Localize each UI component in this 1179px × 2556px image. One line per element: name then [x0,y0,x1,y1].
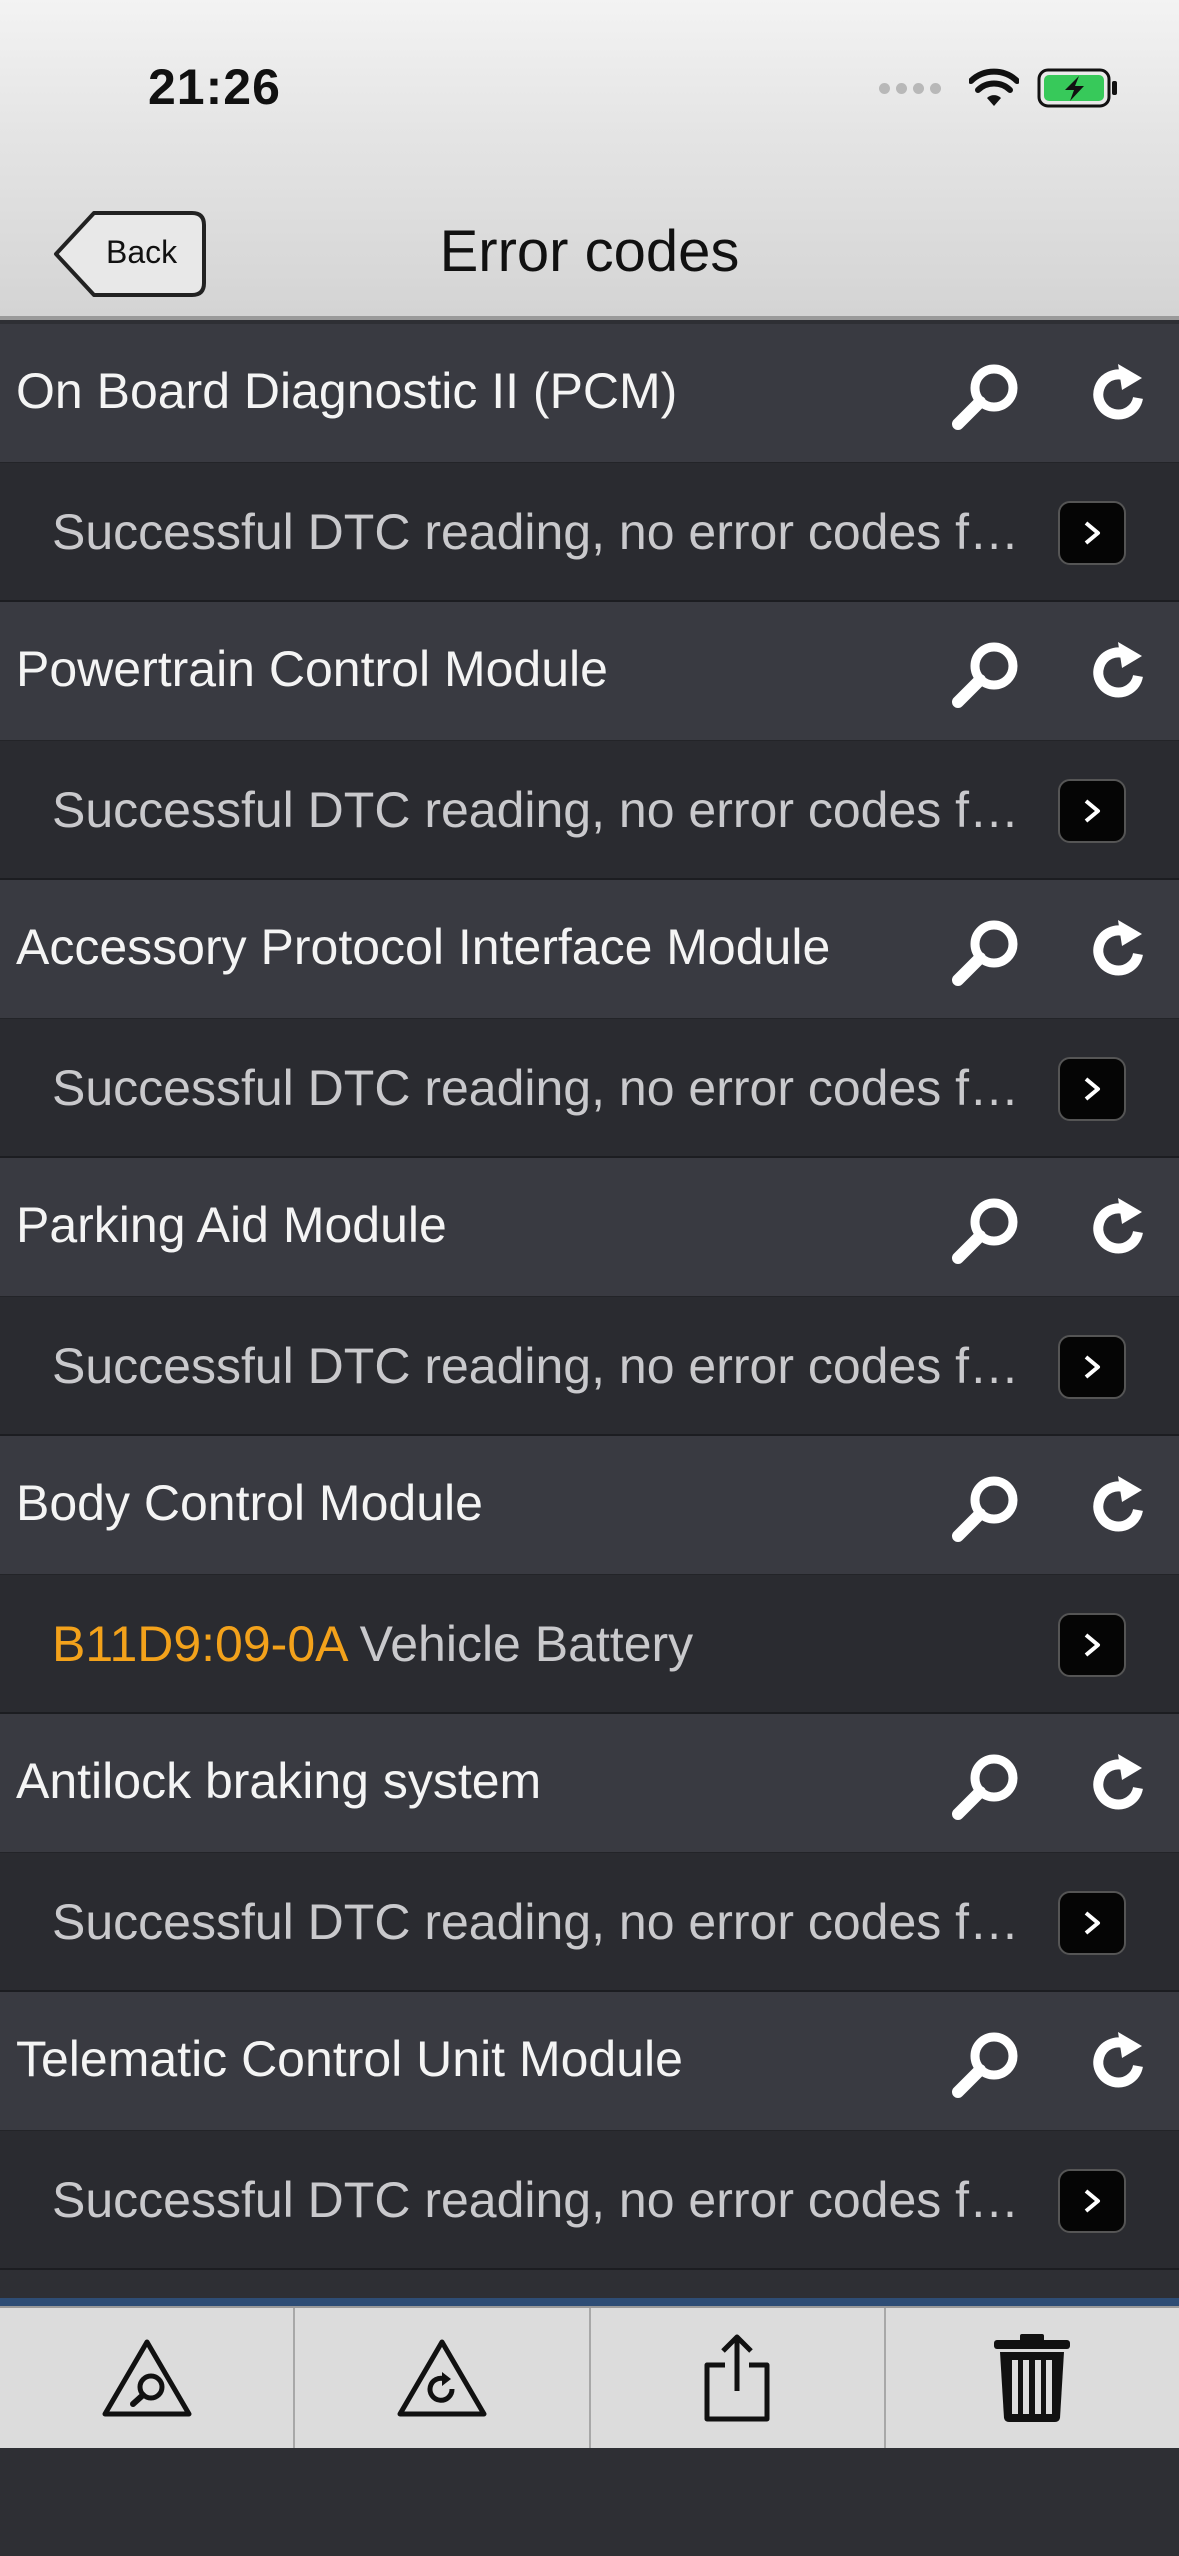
result-message: Successful DTC reading, no error codes f… [52,504,1032,560]
search-icon[interactable] [950,2028,1022,2100]
refresh-icon[interactable] [1086,362,1150,426]
refresh-icon[interactable] [1086,1196,1150,1260]
result-message: Successful DTC reading, no error codes f… [52,1060,1032,1116]
chevron-right-icon [1084,1077,1100,1101]
refresh-icon[interactable] [1086,1474,1150,1538]
chevron-right-icon [1084,1633,1100,1657]
warning-search-icon [102,2339,192,2417]
result-text: Successful DTC reading, no error codes f… [52,781,1032,839]
module-list: On Board Diagnostic II (PCM) Successful … [0,324,1179,2270]
result-text: Successful DTC reading, no error codes f… [52,1893,1032,1951]
refresh-icon[interactable] [1086,2030,1150,2094]
module-name: Powertrain Control Module [16,641,608,697]
module-name: Telematic Control Unit Module [16,2031,683,2087]
refresh-icon[interactable] [1086,918,1150,982]
detail-button[interactable] [1058,779,1126,843]
result-row[interactable]: Successful DTC reading, no error codes f… [0,1019,1179,1158]
result-row[interactable]: B11D9:09-0A Vehicle Battery [0,1575,1179,1714]
refresh-icon[interactable] [1086,640,1150,704]
detail-button[interactable] [1058,501,1126,565]
module-name: Body Control Module [16,1475,483,1531]
navigation-header: 21:26 Back Error codes [0,0,1179,320]
chevron-right-icon [1084,1911,1100,1935]
toolbar-divider [0,2298,1179,2306]
share-button[interactable] [591,2308,886,2448]
module-row[interactable]: Accessory Protocol Interface Module [0,880,1179,1019]
module-row[interactable]: Body Control Module [0,1436,1179,1575]
delete-button[interactable] [886,2308,1179,2448]
result-row[interactable]: Successful DTC reading, no error codes f… [0,1853,1179,1992]
result-text: B11D9:09-0A Vehicle Battery [52,1615,1032,1673]
detail-button[interactable] [1058,1057,1126,1121]
status-indicators [879,58,1119,118]
warning-refresh-icon [397,2339,487,2417]
module-row[interactable]: Telematic Control Unit Module [0,1992,1179,2131]
result-message: Successful DTC reading, no error codes f… [52,2172,1032,2228]
detail-button[interactable] [1058,1335,1126,1399]
search-icon[interactable] [950,1750,1022,1822]
result-message: Successful DTC reading, no error codes f… [52,1338,1032,1394]
read-all-codes-button[interactable] [0,2308,296,2448]
share-icon [704,2334,770,2422]
module-row[interactable]: Powertrain Control Module [0,602,1179,741]
detail-button[interactable] [1058,1891,1126,1955]
module-name: Parking Aid Module [16,1197,447,1253]
detail-button[interactable] [1058,2169,1126,2233]
search-icon[interactable] [950,916,1022,988]
cellular-signal-icon [879,82,941,94]
chevron-right-icon [1084,521,1100,545]
detail-button[interactable] [1058,1613,1126,1677]
page-title: Error codes [439,219,740,284]
home-indicator-area [0,2448,1179,2556]
bottom-toolbar [0,2306,1179,2448]
module-row[interactable]: Antilock braking system [0,1714,1179,1853]
chevron-right-icon [1084,799,1100,823]
clear-all-codes-button[interactable] [295,2308,591,2448]
result-message: Successful DTC reading, no error codes f… [52,1894,1032,1950]
result-message: Vehicle Battery [345,1616,694,1672]
module-name: On Board Diagnostic II (PCM) [16,363,678,419]
result-text: Successful DTC reading, no error codes f… [52,2171,1032,2229]
module-name: Antilock braking system [16,1753,542,1809]
refresh-icon[interactable] [1086,1752,1150,1816]
trash-icon [994,2334,1071,2422]
result-text: Successful DTC reading, no error codes f… [52,1059,1032,1117]
wifi-icon [969,68,1019,106]
result-row[interactable]: Successful DTC reading, no error codes f… [0,463,1179,602]
search-icon[interactable] [950,638,1022,710]
search-icon[interactable] [950,1472,1022,1544]
module-row[interactable]: Parking Aid Module [0,1158,1179,1297]
result-text: Successful DTC reading, no error codes f… [52,503,1032,561]
chevron-right-icon [1084,2189,1100,2213]
search-icon[interactable] [950,360,1022,432]
result-text: Successful DTC reading, no error codes f… [52,1337,1032,1395]
chevron-right-icon [1084,1355,1100,1379]
search-icon[interactable] [950,1194,1022,1266]
status-time: 21:26 [148,59,281,115]
module-name: Accessory Protocol Interface Module [16,919,831,975]
error-code: B11D9:09-0A [52,1616,346,1672]
module-row[interactable]: On Board Diagnostic II (PCM) [0,324,1179,463]
result-message: Successful DTC reading, no error codes f… [52,782,1032,838]
result-row[interactable]: Successful DTC reading, no error codes f… [0,2131,1179,2270]
result-row[interactable]: Successful DTC reading, no error codes f… [0,1297,1179,1436]
result-row[interactable]: Successful DTC reading, no error codes f… [0,741,1179,880]
battery-charging-icon [1037,68,1117,108]
